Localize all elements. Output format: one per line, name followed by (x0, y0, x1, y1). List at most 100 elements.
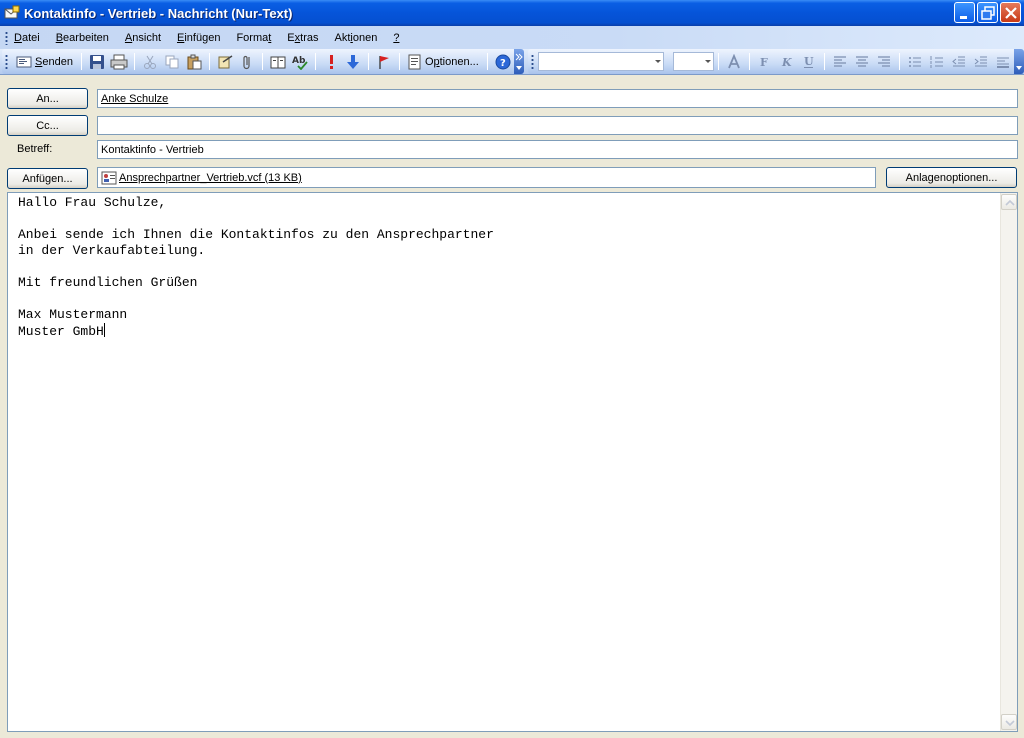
attach-file-button[interactable] (237, 52, 257, 72)
align-left-button[interactable] (830, 52, 850, 72)
toolbar-grip[interactable] (531, 53, 534, 70)
underline-button[interactable]: U (799, 52, 819, 72)
toolbar-options-chevron[interactable] (514, 49, 524, 74)
menu-format[interactable]: Format (236, 32, 271, 44)
chevron-down-icon (705, 60, 712, 63)
align-center-button[interactable] (852, 52, 872, 72)
standard-toolbar: Senden Ab Optionen... ? (2, 49, 524, 74)
italic-button[interactable]: K (777, 52, 797, 72)
importance-low-button[interactable] (343, 52, 363, 72)
toolbar-separator (486, 53, 488, 70)
vcard-icon (101, 171, 117, 184)
toolbar-separator (367, 53, 369, 70)
menu-datei[interactable]: Datei (14, 32, 40, 44)
decrease-indent-button[interactable] (949, 52, 969, 72)
menu-bar: Datei Bearbeiten Ansicht Einfügen Format… (0, 26, 1024, 49)
to-button[interactable]: An... (7, 88, 88, 109)
outdent-icon (952, 56, 966, 66)
message-body-text: Hallo Frau Schulze, Anbei sende ich Ihne… (18, 195, 494, 339)
toolbar-separator (261, 53, 263, 70)
highlight-button[interactable] (993, 52, 1013, 72)
toolbar-row: Senden Ab Optionen... ? F K U (0, 49, 1024, 75)
align-right-button[interactable] (874, 52, 894, 72)
address-book-button[interactable] (268, 52, 288, 72)
title-bar[interactable]: Kontaktinfo - Vertrieb - Nachricht (Nur-… (0, 0, 1024, 26)
check-names-icon (218, 54, 233, 68)
address-book-check-button[interactable] (215, 52, 235, 72)
bullets-button[interactable] (905, 52, 925, 72)
align-left-icon (834, 55, 847, 67)
font-color-icon (728, 53, 740, 68)
chevron-down-icon (654, 60, 661, 63)
follow-up-flag-button[interactable] (374, 52, 394, 72)
attach-button[interactable]: Anfügen... (7, 168, 88, 189)
bold-button[interactable]: F (755, 52, 775, 72)
toolbar-separator (749, 53, 751, 70)
numbering-button[interactable] (927, 52, 947, 72)
toolbar-separator (80, 53, 82, 70)
close-button[interactable] (1000, 2, 1021, 23)
svg-text:U: U (804, 55, 814, 68)
font-size-select[interactable] (672, 52, 715, 71)
cc-field[interactable] (97, 116, 1018, 135)
cut-button[interactable] (140, 52, 160, 72)
help-button[interactable]: ? (493, 52, 513, 72)
menubar-grip[interactable] (5, 30, 8, 45)
menu-aktionen[interactable]: Aktionen (334, 32, 377, 44)
font-color-button[interactable] (724, 52, 744, 72)
underline-icon: U (804, 55, 814, 68)
paperclip-icon (243, 55, 250, 69)
chevron-down-icon (1016, 66, 1023, 70)
restore-button[interactable] (977, 2, 998, 23)
toolbar-separator (824, 53, 826, 70)
toolbar-separator (133, 53, 135, 70)
align-right-icon (878, 55, 891, 67)
menu-einfuegen[interactable]: Einfügen (177, 32, 220, 44)
to-recipient[interactable]: Anke Schulze (101, 93, 168, 105)
scissors-icon (143, 55, 156, 69)
format-toolbar-chevron[interactable] (1014, 49, 1024, 74)
menu-help[interactable]: ? (393, 32, 399, 44)
importance-high-button[interactable] (321, 52, 341, 72)
toolbar-grip[interactable] (5, 53, 8, 70)
chevron-down-icon (515, 53, 523, 70)
address-book-icon (270, 56, 286, 68)
options-button[interactable]: Optionen... (405, 52, 482, 72)
print-icon (110, 54, 128, 69)
copy-button[interactable] (162, 52, 182, 72)
menu-extras[interactable]: Extras (287, 32, 318, 44)
font-name-select[interactable] (537, 52, 664, 71)
numbered-list-icon (930, 55, 944, 68)
to-field[interactable]: Anke Schulze (97, 89, 1018, 108)
attachment-field[interactable]: Ansprechpartner_Vertrieb.vcf (13 KB) (97, 167, 876, 188)
subject-field[interactable]: Kontaktinfo - Vertrieb (97, 140, 1018, 159)
paste-icon (187, 54, 202, 69)
send-button[interactable]: Senden (13, 52, 76, 72)
toolbar-separator (398, 53, 400, 70)
print-button[interactable] (109, 52, 129, 72)
flag-icon (379, 55, 389, 69)
bullet-list-icon (909, 56, 922, 67)
cc-button[interactable]: Cc... (7, 115, 88, 136)
exclamation-icon (329, 54, 333, 69)
attachment-options-button[interactable]: Anlagenoptionen... (886, 167, 1017, 188)
menu-ansicht[interactable]: Ansicht (125, 32, 161, 44)
menu-bearbeiten[interactable]: Bearbeiten (56, 32, 109, 44)
increase-indent-button[interactable] (971, 52, 991, 72)
scroll-up-button[interactable] (1001, 194, 1017, 210)
arrow-down-icon (346, 54, 359, 69)
save-button[interactable] (87, 52, 107, 72)
paste-button[interactable] (184, 52, 204, 72)
window-title: Kontaktinfo - Vertrieb - Nachricht (Nur-… (24, 5, 293, 21)
message-body-editor[interactable]: Hallo Frau Schulze, Anbei sende ich Ihne… (7, 192, 1018, 732)
spellcheck-button[interactable]: Ab (290, 52, 310, 72)
vertical-scrollbar[interactable] (1000, 193, 1017, 731)
italic-icon: K (781, 56, 792, 69)
chevron-down-icon (1005, 720, 1015, 727)
scroll-down-button[interactable] (1001, 714, 1017, 730)
indent-icon (974, 56, 988, 66)
svg-text:F: F (760, 56, 768, 69)
attachment-link[interactable]: Ansprechpartner_Vertrieb.vcf (13 KB) (119, 172, 302, 184)
minimize-button[interactable] (954, 2, 975, 23)
align-center-icon (856, 55, 869, 67)
